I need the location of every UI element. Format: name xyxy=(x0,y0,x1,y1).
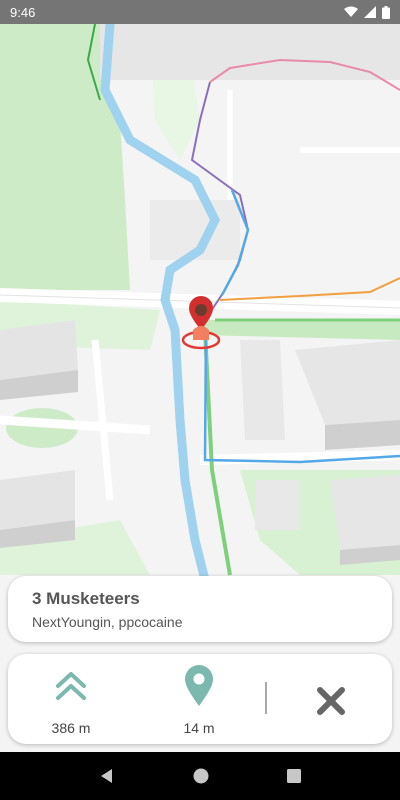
close-icon xyxy=(317,687,345,715)
nav-divider xyxy=(265,682,267,714)
poi-indicator[interactable]: 14 m xyxy=(154,665,244,736)
poi-distance: 14 m xyxy=(183,720,215,736)
map-view[interactable] xyxy=(0,24,400,752)
user-location-marker-icon[interactable] xyxy=(181,294,221,350)
song-card[interactable]: 3 Musketeers NextYoungin, ppcocaine xyxy=(8,576,392,642)
map-pin-icon xyxy=(185,665,213,706)
status-bar: 9:46 xyxy=(0,0,400,24)
double-chevron-up-icon xyxy=(56,672,86,700)
song-artists: NextYoungin, ppcocaine xyxy=(32,614,183,630)
status-time: 9:46 xyxy=(10,4,36,20)
battery-icon xyxy=(382,5,390,19)
system-navigation-bar xyxy=(0,752,400,800)
home-icon[interactable] xyxy=(193,768,209,784)
close-button[interactable] xyxy=(308,678,354,724)
navigation-card: 386 m 14 m xyxy=(8,654,392,744)
signal-icon xyxy=(364,6,376,18)
recents-icon[interactable] xyxy=(287,769,301,783)
next-turn-indicator[interactable]: 386 m xyxy=(26,666,116,736)
song-title: 3 Musketeers xyxy=(32,589,140,608)
back-icon[interactable] xyxy=(99,768,115,784)
next-distance: 386 m xyxy=(51,720,91,736)
status-icons xyxy=(344,5,390,19)
wifi-icon xyxy=(344,6,358,17)
